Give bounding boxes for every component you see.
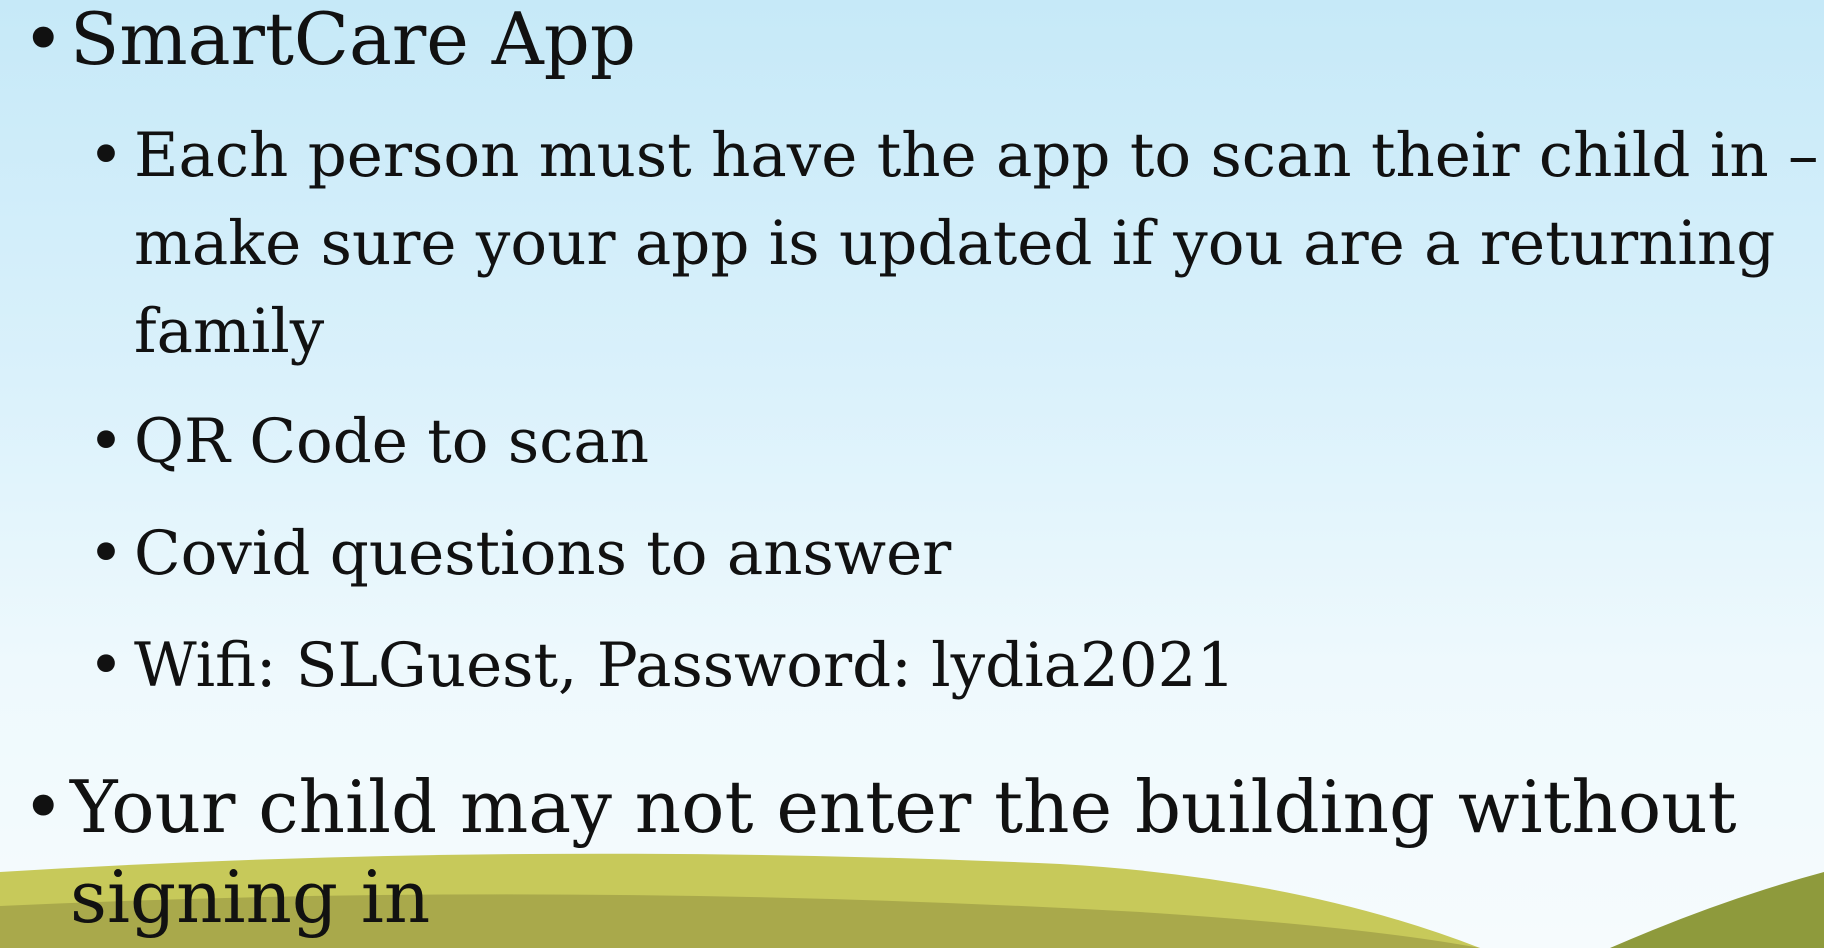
bullet-text: Covid questions to answer xyxy=(134,518,952,589)
sub-bullet-wifi: • Wifi: SLGuest, Password: lydia2021 xyxy=(0,622,1800,710)
sub-bullet-qr-code: • QR Code to scan xyxy=(0,398,1800,486)
bullet-glyph: • xyxy=(22,765,65,849)
bullet-item-smartcare: • SmartCare App xyxy=(0,0,1800,84)
bullet-text: Wifi: SLGuest, Password: lydia2021 xyxy=(134,630,1236,701)
sub-bullet-app-required: • Each person must have the app to scan … xyxy=(0,112,1820,376)
bullet-item-sign-in-required: • Your child may not enter the building … xyxy=(0,762,1800,942)
bullet-glyph: • xyxy=(88,120,124,191)
bullet-text: Each person must have the app to scan th… xyxy=(134,120,1819,367)
slide: • SmartCare App • Each person must have … xyxy=(0,0,1824,948)
bullet-text: Your child may not enter the building wi… xyxy=(70,765,1737,939)
slide-content: • SmartCare App • Each person must have … xyxy=(0,0,1824,948)
bullet-glyph: • xyxy=(88,630,124,701)
bullet-text: QR Code to scan xyxy=(134,406,650,477)
sub-bullet-covid-questions: • Covid questions to answer xyxy=(0,510,1800,598)
bullet-glyph: • xyxy=(88,406,124,477)
bullet-glyph: • xyxy=(88,518,124,589)
bullet-text: SmartCare App xyxy=(70,0,636,81)
bullet-glyph: • xyxy=(22,0,65,81)
